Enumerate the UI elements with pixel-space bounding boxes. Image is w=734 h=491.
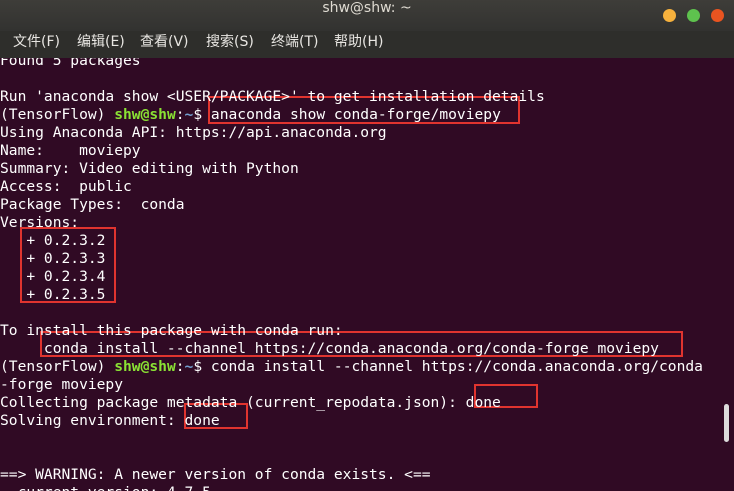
terminal-text: anaconda show conda-forge/moviepy <box>210 106 501 123</box>
terminal-text: + 0.2.3.4 <box>0 268 106 285</box>
terminal-text: conda install --channel https://conda.an… <box>0 340 659 357</box>
terminal-text: Collecting package metadata (current_rep… <box>0 394 501 411</box>
terminal-line: conda install --channel https://conda.an… <box>0 340 659 358</box>
terminal-text: Versions: <box>0 214 80 231</box>
terminal-line: ==> WARNING: A newer version of conda ex… <box>0 466 431 484</box>
terminal-line: Package Types: conda <box>0 196 185 214</box>
terminal-line: Solving environment: done <box>0 412 220 430</box>
menu-edit[interactable]: 编辑(E) <box>77 31 125 51</box>
terminal-line: Name: moviepy <box>0 142 141 160</box>
menu-view[interactable]: 查看(V) <box>140 31 189 51</box>
terminal-text: + 0.2.3.5 <box>0 286 106 303</box>
terminal-prompt-line: (TensorFlow) shw@shw:~$ anaconda show co… <box>0 106 501 124</box>
prompt-env: (TensorFlow) <box>0 106 115 123</box>
terminal-text: Name: moviepy <box>0 142 141 159</box>
terminal-text: Run 'anaconda show <USER/PACKAGE>' to ge… <box>0 88 545 105</box>
terminal-text: Found 5 packages <box>0 58 141 69</box>
terminal-line: Versions: <box>0 214 79 232</box>
terminal-text: + 0.2.3.2 <box>0 232 106 249</box>
menu-bar: 文件(F) 编辑(E) 查看(V) 搜索(S) 终端(T) 帮助(H) <box>0 31 734 58</box>
maximize-button[interactable] <box>687 9 700 22</box>
terminal-text: -forge moviepy <box>0 376 124 393</box>
terminal-line: Using Anaconda API: https://api.anaconda… <box>0 124 387 142</box>
terminal-line: Access: public <box>0 178 132 196</box>
terminal-text: Access: public <box>0 178 132 195</box>
terminal-line: + 0.2.3.3 <box>0 250 105 268</box>
menu-terminal[interactable]: 终端(T) <box>271 31 318 51</box>
terminal-text: Solving environment: done <box>0 412 220 429</box>
title-bar: shw@shw: ~ <box>0 0 734 31</box>
terminal-text: + 0.2.3.3 <box>0 250 106 267</box>
terminal-text: ==> WARNING: A newer version of conda ex… <box>0 466 431 483</box>
prompt-symbol: $ <box>193 106 211 123</box>
terminal-text: Using Anaconda API: https://api.anaconda… <box>0 124 387 141</box>
window-title: shw@shw: ~ <box>322 0 412 16</box>
terminal-text: Package Types: conda <box>0 196 185 213</box>
terminal-line: Found 5 packages <box>0 58 141 70</box>
terminal-line: -forge moviepy <box>0 376 123 394</box>
prompt-separator: : <box>175 358 185 375</box>
minimize-button[interactable] <box>663 9 676 22</box>
terminal-line: current version: 4.7.5 <box>0 484 211 491</box>
close-button[interactable] <box>711 9 724 22</box>
terminal-text: To install this package with conda run: <box>0 322 343 339</box>
terminal-line: Summary: Video editing with Python <box>0 160 299 178</box>
terminal-output[interactable]: Found 5 packages Run 'anaconda show <USER… <box>0 58 720 491</box>
terminal-line: + 0.2.3.5 <box>0 286 105 304</box>
prompt-user: shw@shw <box>114 358 176 375</box>
terminal-text: Summary: Video editing with Python <box>0 160 299 177</box>
prompt-symbol: $ <box>193 358 211 375</box>
menu-search[interactable]: 搜索(S) <box>206 31 254 51</box>
scrollbar[interactable] <box>720 58 734 491</box>
terminal-prompt-line: (TensorFlow) shw@shw:~$ conda install --… <box>0 358 703 376</box>
terminal-line: + 0.2.3.2 <box>0 232 105 250</box>
prompt-separator: : <box>175 106 185 123</box>
terminal-line: + 0.2.3.4 <box>0 268 105 286</box>
terminal-line: To install this package with conda run: <box>0 322 343 340</box>
prompt-env: (TensorFlow) <box>0 358 115 375</box>
prompt-user: shw@shw <box>114 106 176 123</box>
terminal-line: Run 'anaconda show <USER/PACKAGE>' to ge… <box>0 88 545 106</box>
menu-help[interactable]: 帮助(H) <box>334 31 383 51</box>
terminal-line: Collecting package metadata (current_rep… <box>0 394 501 412</box>
menu-file[interactable]: 文件(F) <box>13 31 60 51</box>
terminal-text: current version: 4.7.5 <box>0 484 211 491</box>
terminal-text: conda install --channel https://conda.an… <box>210 358 703 375</box>
scrollbar-thumb[interactable] <box>724 404 729 442</box>
